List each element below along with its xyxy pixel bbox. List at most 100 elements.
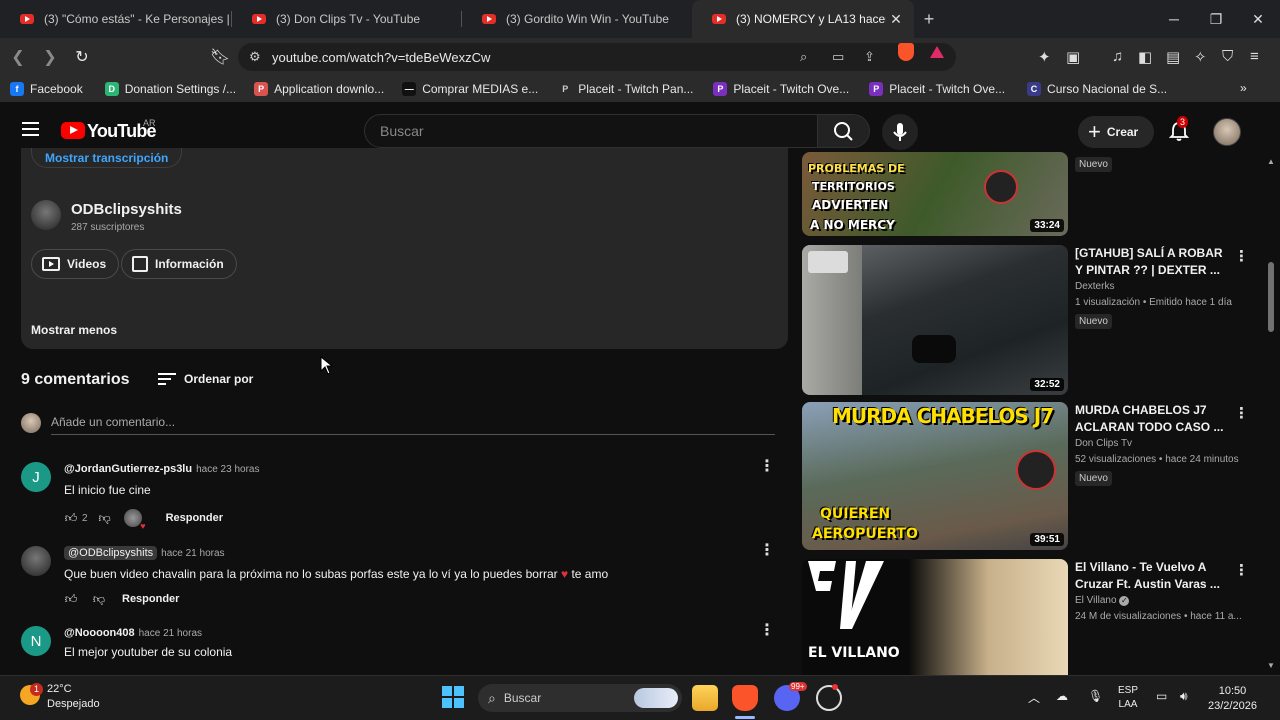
recommended-video[interactable]: 32:52 [GTAHUB] SALÍ A ROBAR Y PINTAR ?? … [802, 245, 1262, 395]
like-icon[interactable]: 👍︎ [64, 511, 78, 525]
recommended-video[interactable]: MURDA CHABELOS J7 QUIEREN AEROPUERTO 39:… [802, 402, 1262, 550]
close-window-icon[interactable]: ✕ [1236, 0, 1280, 38]
volume-icon[interactable]: 🔊︎ [1180, 689, 1188, 704]
video-thumbnail[interactable]: PROBLEMAS DE TERRITORIOS ADVIERTEN A NO … [802, 152, 1068, 236]
comment-author[interactable]: @Noooon408 hace 21 horas [64, 627, 202, 639]
create-button[interactable]: + Crear [1078, 116, 1154, 148]
cloud-icon[interactable]: ☁ [1056, 689, 1068, 703]
taskbar-search[interactable]: ⌕ Buscar [478, 684, 682, 712]
vpn-icon[interactable]: ⛉ [1222, 48, 1233, 65]
site-settings-icon[interactable]: ⚙ [249, 49, 261, 65]
screenshot-icon[interactable]: ▣ [1066, 48, 1080, 66]
brave-rewards-icon[interactable] [930, 46, 944, 58]
commenter-avatar[interactable]: N [21, 626, 51, 656]
tray-overflow-icon[interactable]: ︿ [1028, 689, 1040, 706]
show-transcript-button[interactable]: Mostrar transcripción [31, 148, 183, 168]
system-clock[interactable]: 10:50 23/2/2026 [1208, 684, 1257, 714]
video-channel[interactable]: El Villano ✓ [1075, 595, 1130, 606]
bookmark-item[interactable]: P Placeit - Twitch Ove... [713, 82, 849, 96]
info-button[interactable]: Información [121, 249, 237, 279]
dislike-icon[interactable]: 👎︎ [92, 592, 106, 606]
video-channel[interactable]: Dexterks [1075, 281, 1114, 292]
youtube-logo-icon[interactable] [61, 122, 85, 139]
search-button[interactable] [818, 114, 870, 148]
address-bar[interactable]: ⚙ youtube.com/watch?v=tdeBeWexzCw ⌕ ▭ ⇪ [238, 43, 956, 71]
file-explorer-icon[interactable] [692, 685, 718, 711]
video-thumbnail[interactable]: 32:52 [802, 245, 1068, 395]
bookmark-item[interactable]: P Placeit - Twitch Pan... [558, 82, 693, 96]
browser-tab[interactable]: (3) Don Clips Tv - YouTube [232, 0, 462, 38]
back-icon[interactable]: ❮ [4, 43, 32, 71]
bookmark-item[interactable]: — Comprar MEDIAS e... [402, 82, 538, 96]
new-tab-icon[interactable]: + [914, 9, 944, 30]
video-title[interactable]: [GTAHUB] SALÍ A ROBAR Y PINTAR ?? | DEXT… [1075, 245, 1225, 279]
video-thumbnail[interactable]: EL VILLANO [802, 559, 1068, 675]
comment-author[interactable]: @JordanGutierrez-ps3lu hace 23 horas [64, 463, 259, 475]
browser-tab-active[interactable]: (3) NOMERCY y LA13 hacen LLO ✕ [692, 0, 914, 38]
maximize-icon[interactable]: ❐ [1194, 0, 1238, 38]
media-icon[interactable]: ♫ [1112, 48, 1123, 65]
page-scrollbar[interactable] [1268, 262, 1274, 332]
videos-button[interactable]: Videos [31, 249, 120, 279]
microphone-icon[interactable]: 🎙︎ [1088, 689, 1103, 703]
windows-start-icon[interactable] [442, 686, 464, 708]
menu-icon[interactable]: ≡ [1250, 48, 1259, 65]
share-icon[interactable]: ⇪ [864, 49, 875, 65]
show-less-button[interactable]: Mostrar menos [31, 323, 117, 337]
bookmark-item[interactable]: D Donation Settings /... [104, 82, 236, 96]
video-thumbnail[interactable]: MURDA CHABELOS J7 QUIEREN AEROPUERTO 39:… [802, 402, 1068, 550]
recommended-video[interactable]: EL VILLANO El Villano - Te Vuelvo A Cruz… [802, 559, 1262, 675]
reload-icon[interactable]: ↻ [68, 43, 96, 71]
comment-menu-icon[interactable]: ⋮ [759, 623, 775, 639]
menu-icon[interactable] [22, 122, 39, 136]
weather-widget[interactable]: 22°C Despejado [47, 682, 100, 712]
video-channel[interactable]: Don Clips Tv [1075, 438, 1132, 449]
browser-tab[interactable]: (3) "Cómo estás" - Ke Personajes | Ly [0, 0, 232, 38]
scroll-up-icon[interactable]: ▲ [1267, 157, 1275, 166]
search-input[interactable] [380, 123, 800, 139]
video-menu-icon[interactable]: ⋮ [1234, 247, 1249, 265]
bookmark-item[interactable]: C Curso Nacional de S... [1027, 82, 1167, 96]
extensions-icon[interactable]: ✦ [1038, 48, 1051, 66]
cast-icon[interactable]: ▭ [832, 49, 844, 65]
like-icon[interactable]: 👍︎ [64, 592, 78, 606]
minimize-icon[interactable]: ─ [1152, 0, 1196, 38]
wallet-icon[interactable]: ▤ [1166, 48, 1180, 66]
obs-icon[interactable] [816, 685, 842, 711]
bookmark-item[interactable]: f Facebook [10, 82, 83, 96]
forward-icon[interactable]: ❯ [36, 43, 64, 71]
brave-shield-icon[interactable] [898, 43, 914, 61]
channel-name[interactable]: ODBclipsyshits [71, 201, 182, 218]
video-title[interactable]: El Villano - Te Vuelvo A Cruzar Ft. Aust… [1075, 559, 1225, 593]
recommended-video[interactable]: PROBLEMAS DE TERRITORIOS ADVIERTEN A NO … [802, 152, 1262, 236]
more-bookmarks-icon[interactable]: » [1240, 81, 1247, 95]
video-title[interactable]: MURDA CHABELOS J7 ACLARAN TODO CASO ... [1075, 402, 1225, 436]
sidebar-icon[interactable]: ◧ [1138, 48, 1152, 66]
comment-input[interactable] [51, 415, 775, 429]
voice-search-button[interactable] [882, 114, 918, 150]
scroll-down-icon[interactable]: ▼ [1267, 661, 1275, 670]
search-box[interactable] [364, 114, 818, 148]
video-menu-icon[interactable]: ⋮ [1234, 404, 1249, 422]
reply-button[interactable]: Responder [122, 593, 179, 605]
video-menu-icon[interactable]: ⋮ [1234, 561, 1249, 579]
bookmark-icon[interactable]: 🔖︎ [206, 43, 234, 71]
network-icon[interactable]: ▭ [1156, 689, 1167, 703]
bookmark-item[interactable]: P Application downlo... [254, 82, 384, 96]
comment-author[interactable]: @ODBclipsyshits hace 21 horas [64, 546, 225, 560]
language-indicator[interactable]: ESP LAA [1118, 684, 1138, 712]
channel-avatar[interactable] [31, 200, 61, 230]
comment-menu-icon[interactable]: ⋮ [759, 543, 775, 559]
add-comment-field[interactable] [51, 413, 775, 435]
account-avatar[interactable] [1213, 118, 1241, 146]
leo-ai-icon[interactable]: ✧ [1194, 48, 1207, 66]
comment-menu-icon[interactable]: ⋮ [759, 459, 775, 475]
commenter-avatar[interactable]: J [21, 462, 51, 492]
bookmark-item[interactable]: P Placeit - Twitch Ove... [869, 82, 1005, 96]
dislike-icon[interactable]: 👎︎ [98, 511, 112, 525]
browser-tab[interactable]: (3) Gordito Win Win - YouTube [462, 0, 692, 38]
reply-button[interactable]: Responder [166, 512, 223, 524]
brave-browser-icon[interactable] [732, 685, 758, 711]
sort-by-button[interactable]: Ordenar por [158, 372, 253, 386]
search-icon[interactable]: ⌕ [800, 49, 807, 65]
